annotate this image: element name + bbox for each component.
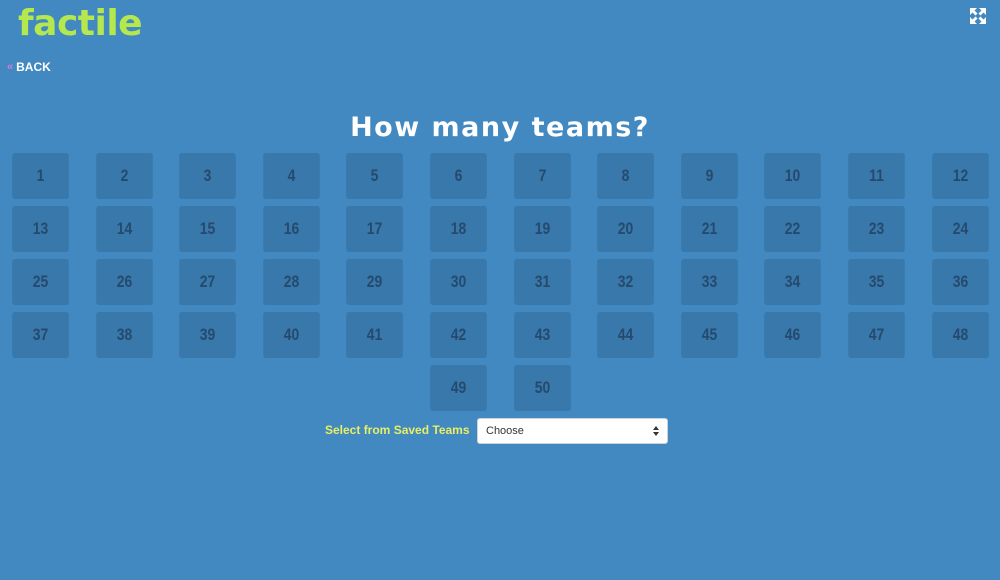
team-count-button-49[interactable]: 49 (430, 365, 487, 411)
team-count-button-28[interactable]: 28 (263, 259, 320, 305)
team-count-button-24[interactable]: 24 (932, 206, 989, 252)
team-count-button-34[interactable]: 34 (764, 259, 821, 305)
team-count-button-9[interactable]: 9 (681, 153, 738, 199)
select-arrows-icon (653, 426, 659, 436)
team-count-grid: 1 2 3 4 5 6 7 8 9 10 11 12 13 14 15 16 17 18 19 20 21 22 23 24 2… (0, 0, 1000, 420)
team-count-button-35[interactable]: 35 (848, 259, 905, 305)
team-count-button-42[interactable]: 42 (430, 312, 487, 358)
team-count-button-29[interactable]: 29 (346, 259, 403, 305)
team-count-button-4[interactable]: 4 (263, 153, 320, 199)
saved-teams-label: Select from Saved Teams (325, 423, 470, 437)
team-count-button-50[interactable]: 50 (514, 365, 571, 411)
team-count-button-16[interactable]: 16 (263, 206, 320, 252)
team-count-button-37[interactable]: 37 (12, 312, 69, 358)
team-count-button-10[interactable]: 10 (764, 153, 821, 199)
saved-teams-select[interactable]: Choose (477, 418, 668, 444)
team-count-button-3[interactable]: 3 (179, 153, 236, 199)
team-count-button-1[interactable]: 1 (12, 153, 69, 199)
team-count-button-47[interactable]: 47 (848, 312, 905, 358)
team-count-button-11[interactable]: 11 (848, 153, 905, 199)
team-count-button-33[interactable]: 33 (681, 259, 738, 305)
team-count-button-32[interactable]: 32 (597, 259, 654, 305)
team-count-button-17[interactable]: 17 (346, 206, 403, 252)
team-count-button-5[interactable]: 5 (346, 153, 403, 199)
team-count-button-14[interactable]: 14 (96, 206, 153, 252)
team-count-button-19[interactable]: 19 (514, 206, 571, 252)
team-count-button-23[interactable]: 23 (848, 206, 905, 252)
team-count-button-8[interactable]: 8 (597, 153, 654, 199)
team-count-button-43[interactable]: 43 (514, 312, 571, 358)
team-count-button-36[interactable]: 36 (932, 259, 989, 305)
team-count-button-2[interactable]: 2 (96, 153, 153, 199)
team-count-button-41[interactable]: 41 (346, 312, 403, 358)
team-count-button-26[interactable]: 26 (96, 259, 153, 305)
team-count-button-7[interactable]: 7 (514, 153, 571, 199)
team-count-button-20[interactable]: 20 (597, 206, 654, 252)
team-count-button-18[interactable]: 18 (430, 206, 487, 252)
saved-teams-selected: Choose (486, 425, 524, 437)
team-count-button-38[interactable]: 38 (96, 312, 153, 358)
team-count-button-13[interactable]: 13 (12, 206, 69, 252)
team-count-button-48[interactable]: 48 (932, 312, 989, 358)
team-count-button-27[interactable]: 27 (179, 259, 236, 305)
team-count-button-44[interactable]: 44 (597, 312, 654, 358)
team-count-button-31[interactable]: 31 (514, 259, 571, 305)
team-count-button-12[interactable]: 12 (932, 153, 989, 199)
team-count-button-25[interactable]: 25 (12, 259, 69, 305)
team-count-button-22[interactable]: 22 (764, 206, 821, 252)
team-count-button-40[interactable]: 40 (263, 312, 320, 358)
team-count-button-6[interactable]: 6 (430, 153, 487, 199)
team-count-button-39[interactable]: 39 (179, 312, 236, 358)
team-count-button-15[interactable]: 15 (179, 206, 236, 252)
saved-teams-row: Select from Saved Teams Choose (0, 418, 1000, 446)
team-count-button-46[interactable]: 46 (764, 312, 821, 358)
team-count-button-45[interactable]: 45 (681, 312, 738, 358)
team-count-button-21[interactable]: 21 (681, 206, 738, 252)
team-count-button-30[interactable]: 30 (430, 259, 487, 305)
